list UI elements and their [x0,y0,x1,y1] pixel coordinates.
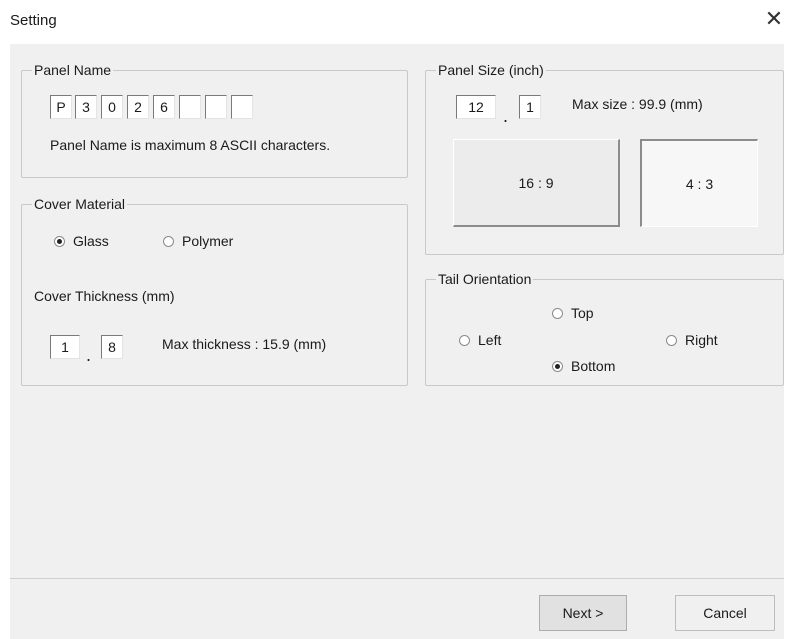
panel-name-char-4[interactable]: 2 [127,95,149,119]
window-title: Setting [10,12,57,29]
panel-name-char-3[interactable]: 0 [101,95,123,119]
glass-radio-indicator [54,235,65,247]
tail-left-radio-indicator [459,334,470,346]
dialog-client-area: Panel Name P 3 0 2 6 Panel Name is maxim… [10,44,784,578]
tail-orientation-group: Tail Orientation Top Left Right Bottom [425,270,784,386]
tail-left-radio[interactable]: Left [459,332,501,348]
ratio-4-3-button[interactable]: 4 : 3 [640,139,758,227]
thickness-decimal-separator: . [86,345,92,365]
panel-name-char-5[interactable]: 6 [153,95,175,119]
size-decimal-separator: . [503,106,509,126]
tail-right-label: Right [685,332,718,348]
size-integer-field[interactable]: 12 [456,95,496,119]
cover-material-group: Cover Material Glass Polymer Cover Thick… [21,195,408,386]
cover-material-legend: Cover Material [32,195,128,213]
panel-name-legend: Panel Name [32,61,114,79]
size-max-text: Max size : 99.9 (mm) [572,96,703,112]
glass-radio-label: Glass [73,233,109,249]
tail-top-radio-indicator [552,307,563,319]
tail-top-radio[interactable]: Top [552,305,594,321]
cover-thickness-legend: Cover Thickness (mm) [32,287,177,305]
tail-right-radio[interactable]: Right [666,332,718,348]
tail-top-label: Top [571,305,594,321]
tail-orientation-legend: Tail Orientation [436,270,534,288]
panel-name-char-6[interactable] [179,95,201,119]
polymer-radio[interactable]: Polymer [163,233,233,249]
thickness-max-text: Max thickness : 15.9 (mm) [162,336,327,352]
tail-right-radio-indicator [666,334,677,346]
polymer-radio-label: Polymer [182,233,234,249]
next-button[interactable]: Next > [539,595,627,631]
panel-name-group: Panel Name P 3 0 2 6 Panel Name is maxim… [21,61,408,178]
tail-left-label: Left [478,332,502,348]
panel-size-legend: Panel Size (inch) [436,61,546,79]
close-icon[interactable]: ✕ [760,6,788,32]
polymer-radio-indicator [163,235,174,247]
panel-name-char-7[interactable] [205,95,227,119]
dialog-footer: Next > Cancel [10,578,784,639]
panel-name-hint: Panel Name is maximum 8 ASCII characters… [50,137,331,153]
size-decimal-field[interactable]: 1 [519,95,541,119]
panel-name-char-8[interactable] [231,95,253,119]
ratio-16-9-button[interactable]: 16 : 9 [453,139,620,227]
panel-name-char-2[interactable]: 3 [75,95,97,119]
panel-name-char-1[interactable]: P [50,95,72,119]
tail-bottom-radio[interactable]: Bottom [552,358,615,374]
cancel-button[interactable]: Cancel [675,595,775,631]
tail-bottom-label: Bottom [571,358,616,374]
panel-size-group: Panel Size (inch) 12 . 1 Max size : 99.9… [425,61,784,255]
thickness-integer-field[interactable]: 1 [50,335,80,359]
thickness-decimal-field[interactable]: 8 [101,335,123,359]
glass-radio[interactable]: Glass [54,233,109,249]
tail-bottom-radio-indicator [552,360,563,372]
